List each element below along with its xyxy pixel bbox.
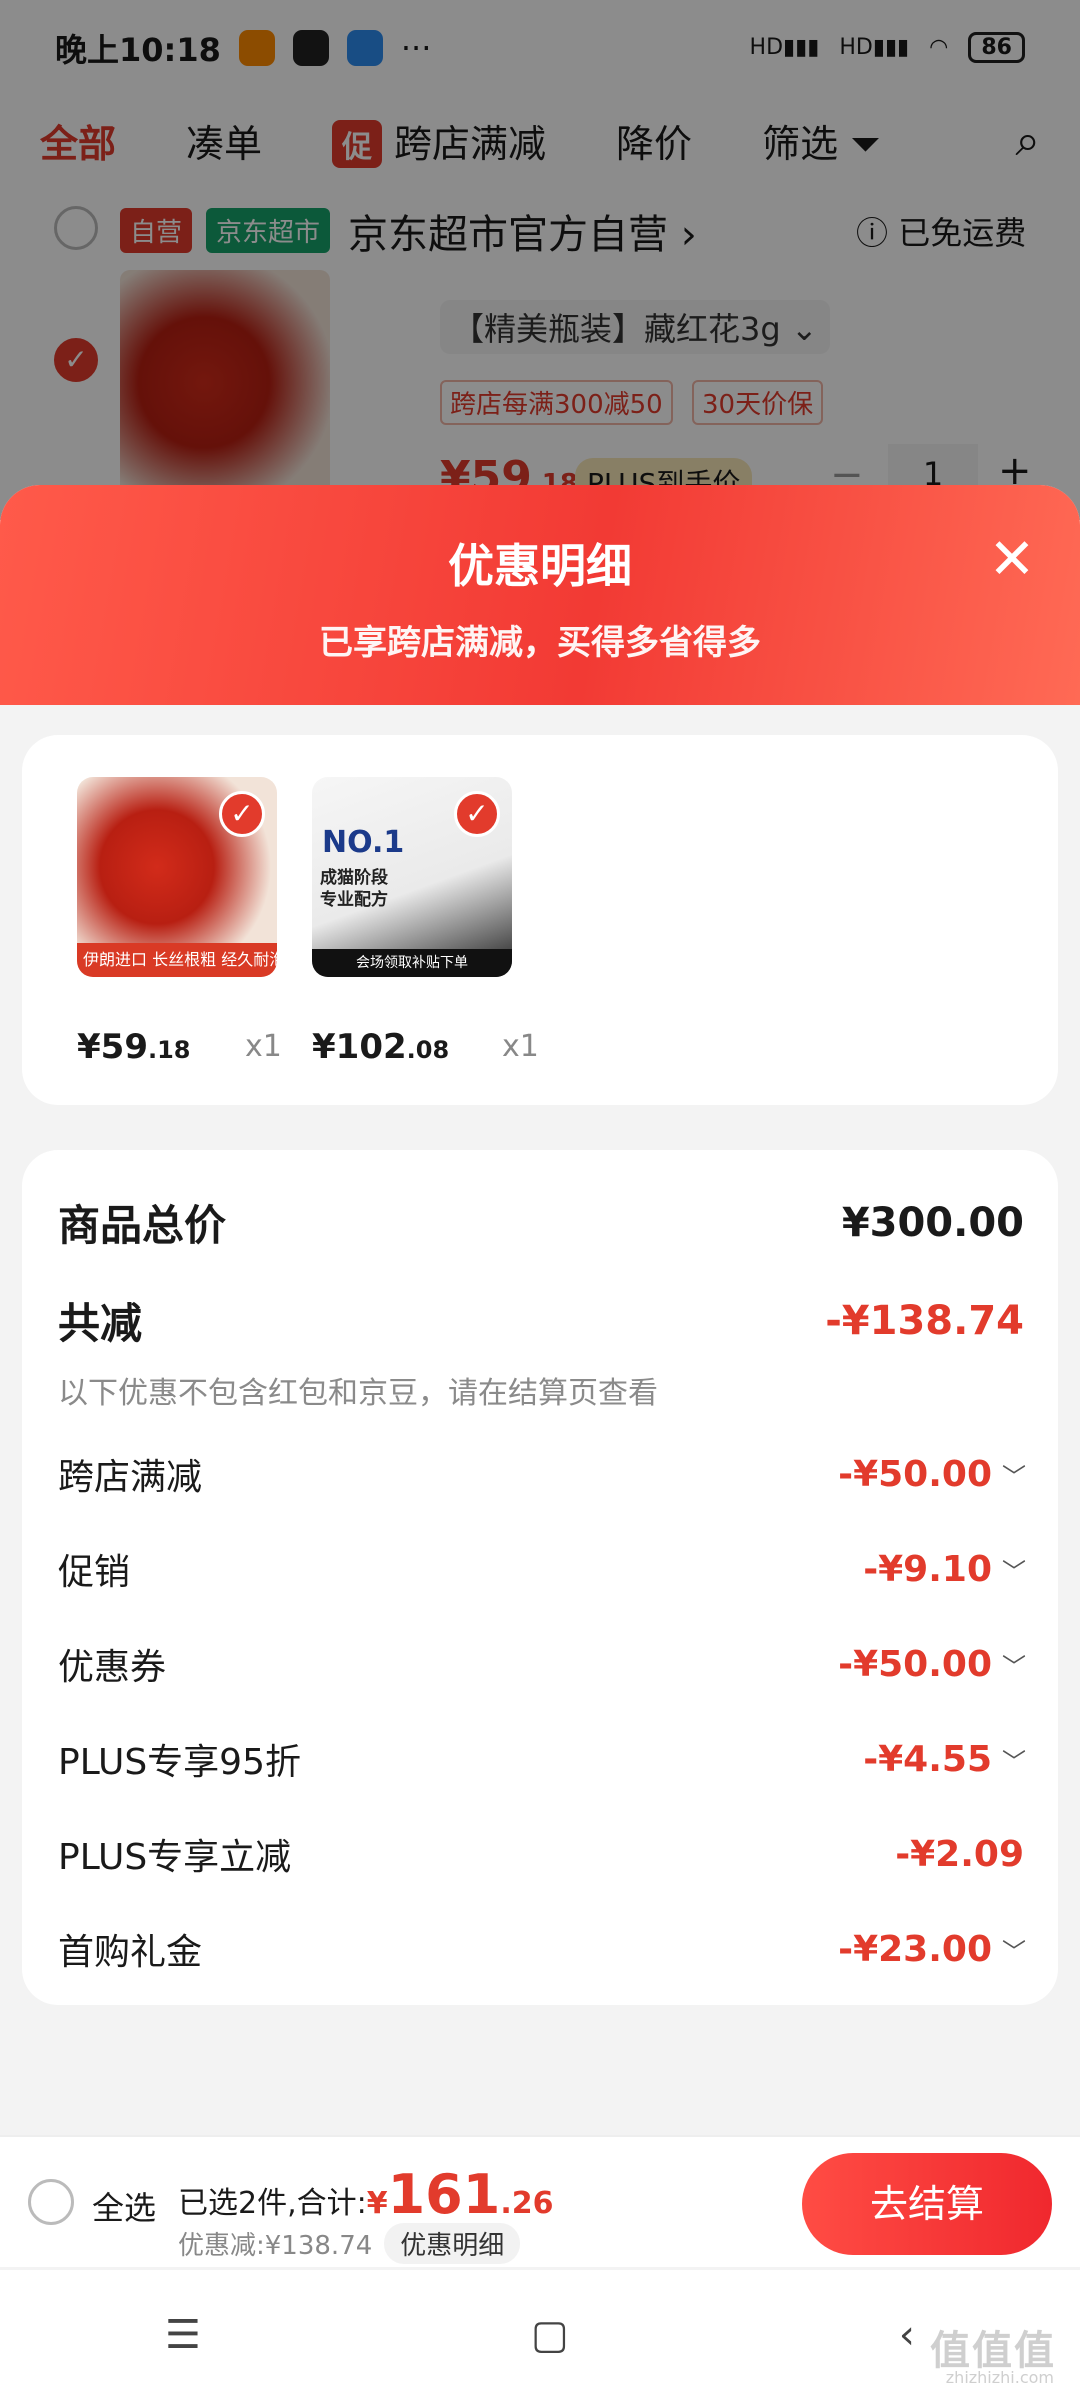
discount-value: -¥23.00 xyxy=(838,1928,992,1970)
discount-amount-text: 优惠减:¥138.74 xyxy=(178,2231,373,2261)
total-price-value: ¥300.00 xyxy=(841,1199,1024,1246)
discount-row-first-purchase[interactable]: 首购礼金 -¥23.00 ﹀ xyxy=(58,1923,1026,1975)
item-image-badge: NO.1 xyxy=(322,825,405,860)
total-price-label: 商品总价 xyxy=(58,1201,227,1250)
item-price: ¥102.08 xyxy=(312,1027,450,1067)
item-qty: x1 xyxy=(502,1029,539,1064)
discount-value: -¥4.55 xyxy=(863,1738,992,1780)
discount-row-promotion[interactable]: 促销 -¥9.10 ﹀ xyxy=(58,1543,1026,1595)
total-summary: 已选2件,合计:¥161.26 xyxy=(178,2163,554,2226)
dim-overlay[interactable] xyxy=(0,0,1080,520)
chevron-down-icon: ﹀ xyxy=(1002,1652,1026,1681)
sheet-title: 优惠明细 xyxy=(448,539,632,593)
selected-item[interactable]: ✓ NO.1 成猫阶段 专业配方 会场领取补贴下单 ¥102.08 x1 xyxy=(312,777,539,1067)
item-thumbnail-catfood: ✓ NO.1 成猫阶段 专业配方 会场领取补贴下单 xyxy=(312,777,512,977)
total-reduce-value: -¥138.74 xyxy=(825,1297,1024,1344)
discount-row-cross-store[interactable]: 跨店满减 -¥50.00 ﹀ xyxy=(58,1448,1026,1500)
discount-row-coupon[interactable]: 优惠券 -¥50.00 ﹀ xyxy=(58,1638,1026,1690)
discount-detail-button[interactable]: 优惠明细 xyxy=(384,2223,521,2264)
discount-row-plus-instant: PLUS专享立减 -¥2.09 xyxy=(58,1828,1024,1880)
discount-label: PLUS专享立减 xyxy=(58,1837,292,1878)
item-image-text: 成猫阶段 专业配方 xyxy=(320,868,388,910)
check-icon: ✓ xyxy=(454,791,500,837)
selected-item[interactable]: ✓ 伊朗进口 长丝根粗 经久耐泡 ¥59.18 x1 xyxy=(77,777,287,1067)
total-reduce-label: 共减 xyxy=(58,1299,143,1348)
discount-note: 以下优惠不包含红包和京豆，请在结算页查看 xyxy=(58,1376,658,1411)
close-icon[interactable]: ✕ xyxy=(982,530,1042,590)
item-image-caption: 伊朗进口 长丝根粗 经久耐泡 xyxy=(77,943,277,977)
discount-value: -¥9.10 xyxy=(863,1548,992,1590)
discount-detail-sheet: 优惠明细 已享跨店满减，买得多省得多 ✕ ✓ 伊朗进口 长丝根粗 经久耐泡 ¥5… xyxy=(0,485,1080,2400)
back-icon[interactable]: ‹ xyxy=(899,2312,915,2358)
discount-row-plus-95[interactable]: PLUS专享95折 -¥4.55 ﹀ xyxy=(58,1733,1026,1785)
select-all-label[interactable]: 全选 xyxy=(92,2183,156,2229)
discount-value: -¥50.00 xyxy=(838,1453,992,1495)
item-price: ¥59.18 xyxy=(77,1027,191,1067)
discount-value: -¥2.09 xyxy=(895,1833,1024,1875)
total-amount: ¥161.26 xyxy=(366,2163,554,2226)
check-icon: ✓ xyxy=(219,791,265,837)
checkout-bar: 全选 已选2件,合计:¥161.26 优惠减:¥138.74 优惠明细 去结算 xyxy=(0,2135,1080,2267)
discount-summary: 优惠减:¥138.74 优惠明细 xyxy=(178,2223,521,2264)
discount-label: 促销 xyxy=(58,1552,131,1593)
item-image-caption: 会场领取补贴下单 xyxy=(312,949,512,977)
select-all-radio[interactable] xyxy=(28,2179,74,2225)
checkout-button[interactable]: 去结算 xyxy=(802,2153,1052,2255)
sheet-subtitle: 已享跨店满减，买得多省得多 xyxy=(319,623,761,663)
system-nav-bar: ☰ ▢ ‹ xyxy=(0,2270,1080,2400)
chevron-down-icon: ﹀ xyxy=(1002,1462,1026,1491)
chevron-down-icon: ﹀ xyxy=(1002,1557,1026,1586)
home-icon[interactable]: ▢ xyxy=(531,2312,569,2358)
selected-items-card: ✓ 伊朗进口 长丝根粗 经久耐泡 ¥59.18 x1 ✓ NO.1 成猫阶段 专… xyxy=(22,735,1058,1105)
discount-label: 优惠券 xyxy=(58,1647,167,1688)
sheet-header: 优惠明细 已享跨店满减，买得多省得多 ✕ xyxy=(0,485,1080,705)
watermark-url: zhizhizhi.com xyxy=(945,2368,1054,2387)
selected-count-text: 已选2件,合计: xyxy=(178,2186,367,2221)
item-thumbnail-saffron: ✓ 伊朗进口 长丝根粗 经久耐泡 xyxy=(77,777,277,977)
discount-label: PLUS专享95折 xyxy=(58,1742,301,1783)
item-qty: x1 xyxy=(245,1029,282,1064)
chevron-down-icon: ﹀ xyxy=(1002,1937,1026,1966)
discount-label: 跨店满减 xyxy=(58,1457,203,1498)
discount-label: 首购礼金 xyxy=(58,1932,203,1973)
discount-value: -¥50.00 xyxy=(838,1643,992,1685)
total-price-row: 商品总价 ¥300.00 xyxy=(58,1192,1024,1253)
total-reduce-row: 共减 -¥138.74 xyxy=(58,1290,1024,1351)
price-breakdown-card: 商品总价 ¥300.00 共减 -¥138.74 以下优惠不包含红包和京豆，请在… xyxy=(22,1150,1058,2005)
menu-icon[interactable]: ☰ xyxy=(165,2312,201,2358)
chevron-down-icon: ﹀ xyxy=(1002,1747,1026,1776)
